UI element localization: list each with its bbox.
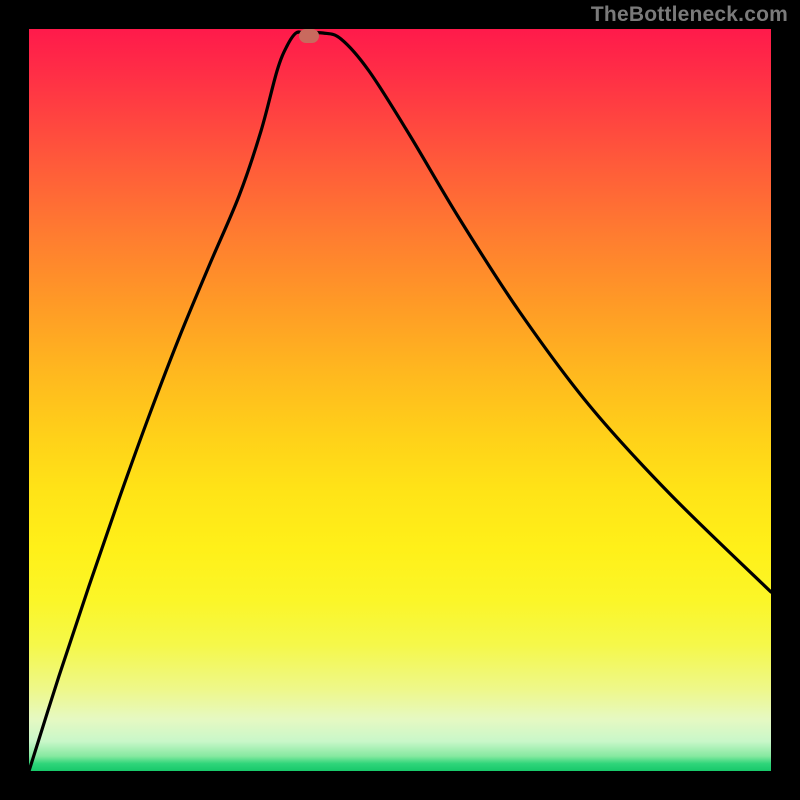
bottleneck-curve	[29, 29, 771, 771]
plot-area	[29, 29, 771, 771]
watermark-text: TheBottleneck.com	[591, 3, 788, 27]
optimum-marker	[299, 29, 319, 43]
outer-frame: TheBottleneck.com	[0, 0, 800, 800]
